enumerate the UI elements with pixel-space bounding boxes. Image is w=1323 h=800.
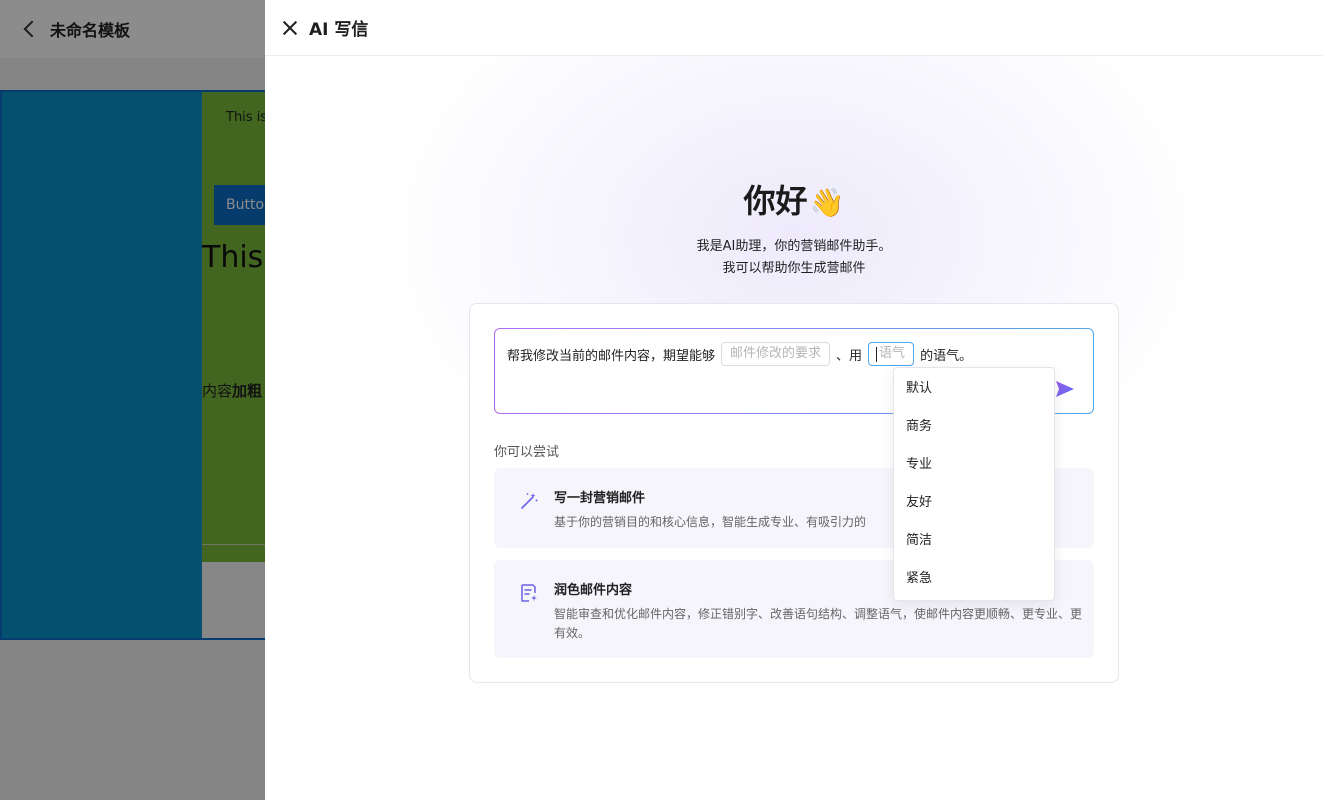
drawer-body: 你好👋 我是AI助理，你的营销邮件助手。 我可以帮助你生成营邮件 帮我修改当前的… [265, 56, 1323, 800]
prompt-text-part3: 的语气。 [920, 348, 973, 364]
greeting-text: 你好 [743, 182, 808, 220]
prompt-text-part1: 帮我修改当前的邮件内容，期望能够 [507, 348, 716, 364]
magic-wand-icon [521, 493, 538, 509]
try-label: 你可以尝试 [494, 445, 560, 460]
suggestion-title: 写一封营销邮件 [554, 491, 646, 506]
prompt-template: 帮我修改当前的邮件内容，期望能够 邮件修改的要求 、用 语气 的语气。 [507, 342, 972, 366]
tone-option-default[interactable]: 默认 [894, 370, 1054, 408]
waving-hand-icon: 👋 [809, 186, 845, 219]
suggestion-desc: 智能审查和优化邮件内容，修正错别字、改善语句结构、调整语气，使邮件内容更顺畅、更… [554, 607, 1083, 640]
tone-dropdown: 默认 商务 专业 友好 简洁 紧急 [893, 367, 1055, 601]
drawer-header: AI 写信 [265, 0, 1323, 56]
tone-option-professional[interactable]: 专业 [894, 446, 1054, 484]
send-icon[interactable] [1053, 377, 1077, 401]
tone-option-urgent[interactable]: 紧急 [894, 560, 1054, 598]
close-icon[interactable] [281, 19, 299, 37]
tone-option-friendly[interactable]: 友好 [894, 484, 1054, 522]
document-edit-icon [521, 584, 537, 602]
modification-request-input[interactable]: 邮件修改的要求 [721, 342, 831, 366]
drawer-title: AI 写信 [309, 20, 369, 40]
tone-input[interactable]: 语气 [868, 342, 915, 366]
intro-line-1: 我是AI助理，你的营销邮件助手。 [696, 239, 892, 254]
suggestion-title: 润色邮件内容 [554, 583, 633, 598]
tone-placeholder: 语气 [879, 346, 906, 361]
prompt-text-part2: 、用 [836, 348, 863, 364]
intro-text: 我是AI助理，你的营销邮件助手。 我可以帮助你生成营邮件 [265, 236, 1323, 280]
ai-write-drawer: AI 写信 你好👋 我是AI助理，你的营销邮件助手。 我可以帮助你生成营邮件 帮… [265, 0, 1323, 800]
tone-option-concise[interactable]: 简洁 [894, 522, 1054, 560]
greeting: 你好👋 [265, 176, 1323, 222]
intro-line-2: 我可以帮助你生成营邮件 [722, 261, 866, 276]
tone-option-business[interactable]: 商务 [894, 408, 1054, 446]
text-caret [876, 347, 878, 362]
